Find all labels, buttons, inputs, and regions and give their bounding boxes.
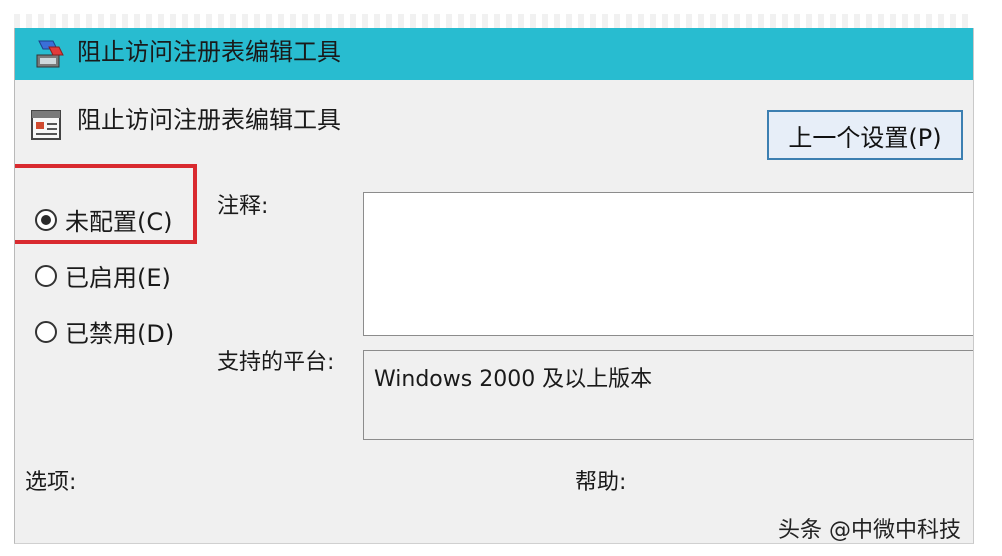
group-policy-icon [36,40,64,68]
policy-setting-icon [31,110,61,140]
comment-label: 注释: [217,194,269,219]
radio-not-configured[interactable]: 未配置(C) [35,202,172,237]
policy-name: 阻止访问注册表编辑工具 [77,106,341,134]
radio-label: 已禁用(D) [65,320,175,348]
title-bar: 阻止访问注册表编辑工具 [15,28,973,80]
help-label: 帮助: [575,470,627,495]
radio-button[interactable] [35,264,57,287]
radio-disabled[interactable]: 已禁用(D) [35,314,174,349]
radio-button-checked[interactable] [35,208,57,231]
radio-enabled[interactable]: 已启用(E) [35,258,171,293]
options-label: 选项: [25,470,77,495]
previous-setting-button[interactable]: 上一个设置(P) [767,110,963,160]
radio-label: 未配置(C) [65,208,173,236]
comment-textarea[interactable] [363,192,973,336]
supported-platform-label: 支持的平台: [217,350,335,375]
supported-platform-field: Windows 2000 及以上版本 [363,350,973,440]
radio-button[interactable] [35,320,57,343]
watermark: 头条 @中微中科技 [778,518,961,543]
window-title: 阻止访问注册表编辑工具 [77,38,341,66]
policy-dialog-window: 阻止访问注册表编辑工具 阻止访问注册表编辑工具 上一个设置(P) 未配置(C) … [14,28,974,544]
supported-platform-value: Windows 2000 及以上版本 [374,367,653,392]
radio-label: 已启用(E) [65,264,171,292]
